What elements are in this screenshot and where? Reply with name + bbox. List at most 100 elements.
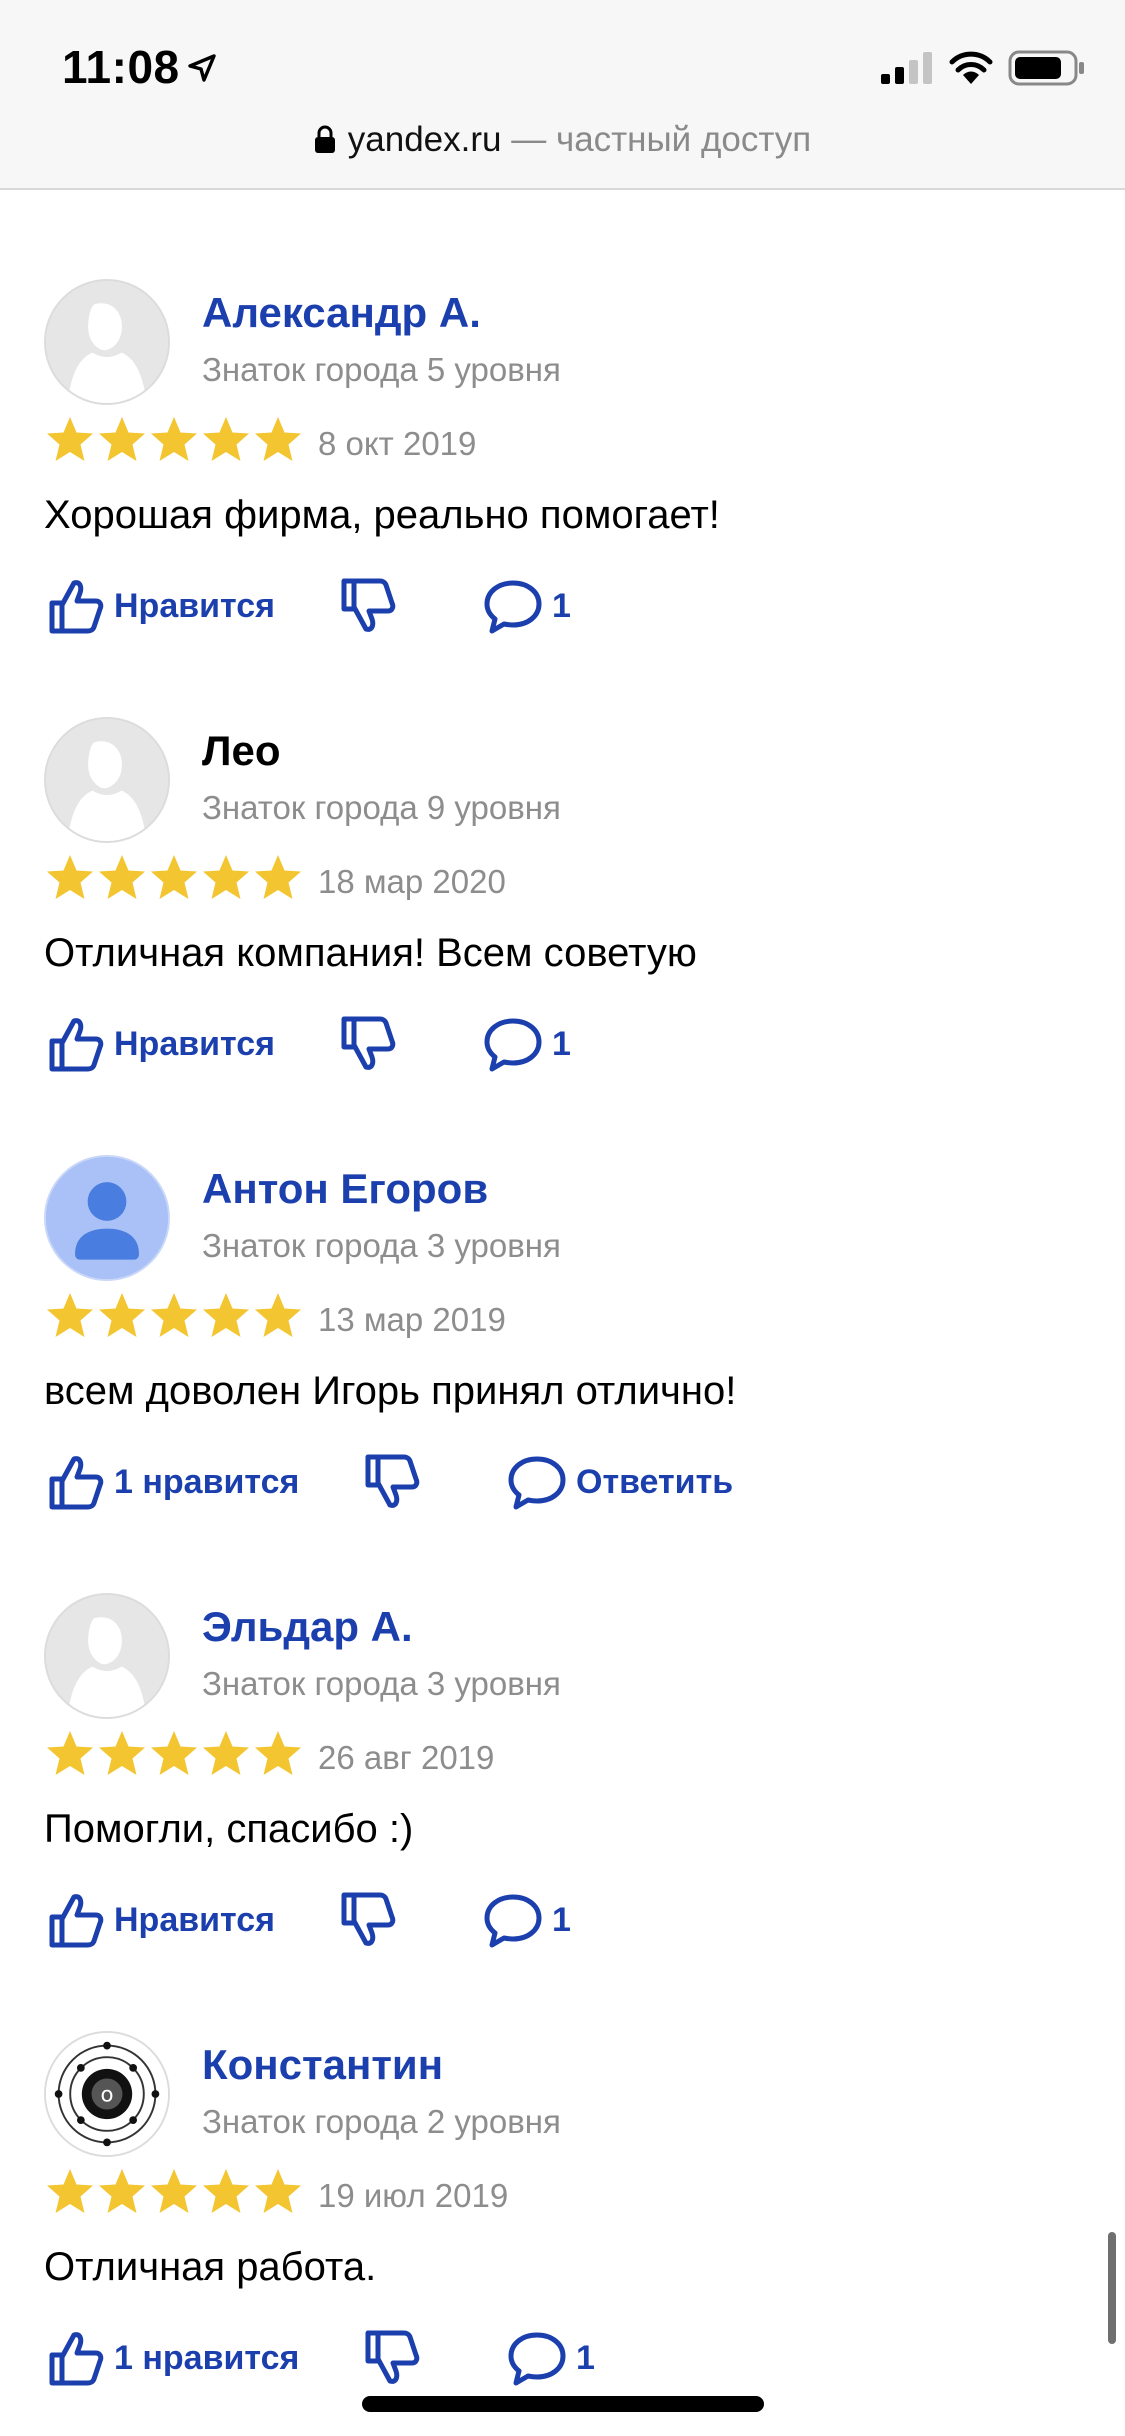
star-icon bbox=[203, 2169, 249, 2213]
thumbs-up-icon bbox=[49, 2332, 104, 2386]
home-indicator[interactable] bbox=[362, 2396, 764, 2412]
review-card: Антон Егоров Знаток города 3 уровня 13 м… bbox=[0, 1155, 1125, 1585]
like-button[interactable]: 1 нравится bbox=[44, 1447, 299, 1517]
star-icon bbox=[99, 417, 145, 461]
star-icon bbox=[151, 1293, 197, 1337]
comment-button[interactable]: 1 bbox=[482, 1885, 571, 1955]
review-actions: Нравится 1 bbox=[44, 1885, 1084, 1955]
like-label: 1 нравится bbox=[114, 1462, 300, 1501]
review-card: o Константин Знаток города 2 уровня 19 и… bbox=[0, 2031, 1125, 2436]
reviewer-level: Знаток города 2 уровня bbox=[202, 2103, 561, 2140]
star-icon bbox=[255, 2169, 301, 2213]
address-bar[interactable]: yandex.ru — частный доступ bbox=[0, 120, 1125, 160]
scrollbar[interactable] bbox=[1108, 2232, 1116, 2344]
thumbs-up-icon bbox=[49, 580, 104, 634]
comment-count: 1 bbox=[552, 586, 571, 625]
review-date: 8 окт 2019 bbox=[318, 425, 477, 462]
wifi-icon bbox=[949, 51, 993, 84]
reply-button[interactable]: Ответить bbox=[506, 1447, 733, 1517]
review-text: Отличная работа. bbox=[44, 2245, 377, 2289]
thumbs-up-icon bbox=[49, 1456, 104, 1510]
reply-label: Ответить bbox=[576, 1462, 734, 1501]
dislike-button[interactable] bbox=[336, 1009, 398, 1079]
like-label: Нравится bbox=[114, 1024, 275, 1063]
like-button[interactable]: Нравится bbox=[44, 571, 275, 641]
cellular-signal-icon bbox=[881, 52, 932, 84]
atom-avatar-icon[interactable]: o bbox=[44, 2031, 170, 2157]
star-icon bbox=[203, 1293, 249, 1337]
rating-stars bbox=[44, 1291, 304, 1347]
dislike-button[interactable] bbox=[360, 2323, 422, 2393]
like-button[interactable]: Нравится bbox=[44, 1009, 275, 1079]
rating-stars bbox=[44, 1729, 304, 1785]
review-card: Александр А. Знаток города 5 уровня 8 ок… bbox=[0, 279, 1125, 709]
thumbs-up-icon bbox=[49, 1894, 104, 1948]
review-text: Хорошая фирма, реально помогает! bbox=[44, 493, 720, 537]
review-actions: Нравится 1 bbox=[44, 571, 1084, 641]
default-avatar-icon[interactable] bbox=[44, 279, 170, 405]
reviewer-name-link[interactable]: Александр А. bbox=[202, 289, 481, 337]
url-separator: — bbox=[501, 120, 556, 159]
comment-count: 1 bbox=[552, 1024, 571, 1063]
rating-stars bbox=[44, 853, 304, 909]
star-icon bbox=[99, 2169, 145, 2213]
dislike-button[interactable] bbox=[360, 1447, 422, 1517]
thumbs-down-icon bbox=[365, 2330, 420, 2384]
url-domain: yandex.ru bbox=[347, 120, 502, 159]
star-icon bbox=[151, 417, 197, 461]
dislike-button[interactable] bbox=[336, 571, 398, 641]
star-icon bbox=[47, 1731, 93, 1775]
rating-stars bbox=[44, 2167, 304, 2223]
svg-text:o: o bbox=[100, 2083, 113, 2108]
review-text: Помогли, спасибо :) bbox=[44, 1807, 414, 1851]
thumbs-up-icon bbox=[49, 1018, 104, 1072]
reviewer-level: Знаток города 3 уровня bbox=[202, 1665, 561, 1702]
star-icon bbox=[255, 417, 301, 461]
comment-button[interactable]: 1 bbox=[482, 571, 571, 641]
private-mode-label: частный доступ bbox=[555, 120, 812, 159]
star-icon bbox=[203, 1731, 249, 1775]
person-avatar-icon[interactable] bbox=[44, 1155, 170, 1281]
review-date: 19 июл 2019 bbox=[318, 2177, 509, 2214]
location-arrow-icon bbox=[188, 54, 216, 82]
reviewer-name-link[interactable]: Антон Егоров bbox=[202, 1165, 488, 1213]
battery-icon bbox=[1008, 50, 1084, 86]
browser-top-bar: 11:08 yandex.ru — частный доступ bbox=[0, 0, 1125, 190]
comment-bubble-icon bbox=[484, 1018, 542, 1072]
status-time: 11:08 bbox=[62, 41, 180, 93]
thumbs-down-icon bbox=[365, 1454, 420, 1508]
comment-bubble-icon bbox=[484, 1894, 542, 1948]
star-icon bbox=[255, 1731, 301, 1775]
like-label: Нравится bbox=[114, 1900, 275, 1939]
reviewer-name-link[interactable]: Константин bbox=[202, 2041, 443, 2089]
comment-button[interactable]: 1 bbox=[482, 1009, 571, 1079]
reviewer-name: Лео bbox=[202, 727, 281, 774]
star-icon bbox=[151, 855, 197, 899]
default-avatar-icon[interactable] bbox=[44, 717, 170, 843]
comment-button[interactable]: 1 bbox=[506, 2323, 595, 2393]
rating-stars bbox=[44, 415, 304, 471]
review-actions: Нравится 1 bbox=[44, 1009, 1084, 1079]
review-date: 18 мар 2020 bbox=[318, 863, 506, 900]
star-icon bbox=[203, 855, 249, 899]
comment-count: 1 bbox=[552, 1900, 571, 1939]
star-icon bbox=[47, 417, 93, 461]
reviewer-name-link[interactable]: Эльдар А. bbox=[202, 1603, 413, 1651]
like-label: Нравится bbox=[114, 586, 275, 625]
dislike-button[interactable] bbox=[336, 1885, 398, 1955]
star-icon bbox=[255, 855, 301, 899]
like-button[interactable]: Нравится bbox=[44, 1885, 275, 1955]
like-button[interactable]: 1 нравится bbox=[44, 2323, 299, 2393]
star-icon bbox=[99, 1293, 145, 1337]
default-avatar-icon[interactable] bbox=[44, 1593, 170, 1719]
star-icon bbox=[255, 1293, 301, 1337]
star-icon bbox=[99, 1731, 145, 1775]
reviewer-level: Знаток города 5 уровня bbox=[202, 351, 561, 388]
review-actions: 1 нравится Ответить bbox=[44, 1447, 1084, 1517]
thumbs-down-icon bbox=[341, 1016, 396, 1070]
comment-count: 1 bbox=[576, 2338, 595, 2377]
star-icon bbox=[47, 2169, 93, 2213]
comment-bubble-icon bbox=[508, 1456, 566, 1510]
reviewer-level: Знаток города 3 уровня bbox=[202, 1227, 561, 1264]
review-date: 26 авг 2019 bbox=[318, 1739, 495, 1776]
